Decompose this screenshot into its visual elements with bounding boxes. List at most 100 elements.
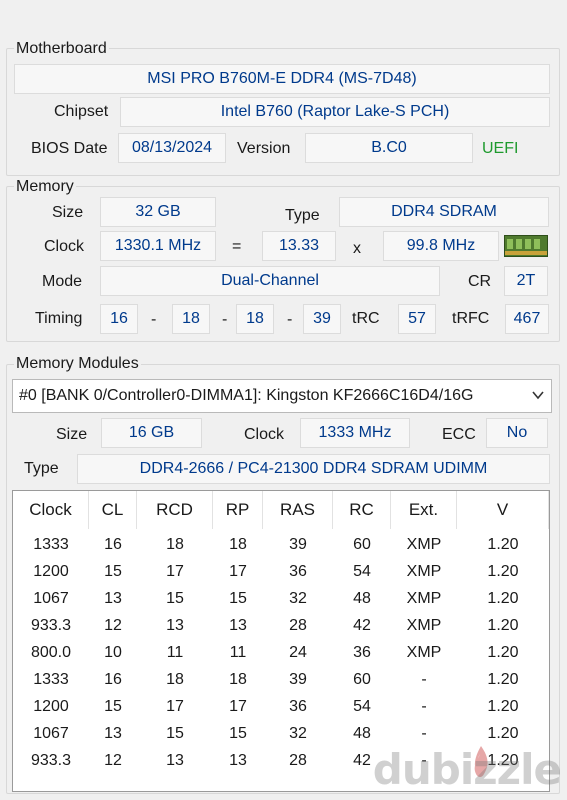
trfc-label: tRFC	[452, 310, 490, 327]
table-cell-v: 1.20	[487, 536, 519, 553]
module-clock-field: 1333 MHz	[300, 418, 410, 448]
bus-speed-field: 99.8 MHz	[383, 231, 499, 261]
memory-clock-label: Clock	[44, 238, 85, 255]
table-cell-rp: 18	[229, 671, 247, 688]
table-cell-ras: 28	[289, 617, 307, 634]
table-cell-rc: 42	[353, 617, 371, 634]
motherboard-group-label: Motherboard	[14, 40, 109, 58]
table-cell-ext: XMP	[406, 644, 442, 661]
memory-clock-field: 1330.1 MHz	[100, 231, 216, 261]
table-cell-rp: 13	[229, 752, 247, 769]
ram-module-icon	[504, 235, 548, 257]
table-cell-ext: -	[421, 671, 427, 688]
table-cell-ext: XMP	[406, 536, 442, 553]
table-cell-rp: 13	[229, 617, 247, 634]
table-cell-clock: 933.3	[30, 617, 72, 634]
table-cell-clock: 1200	[33, 563, 69, 580]
motherboard-name-field: MSI PRO B760M-E DDR4 (MS-7D48)	[14, 64, 550, 94]
table-cell-rcd: 11	[166, 644, 184, 661]
table-cell-clock: 933.3	[30, 752, 72, 769]
table-cell-rc: 36	[353, 644, 371, 661]
table-cell-rcd: 17	[166, 698, 184, 715]
table-cell-clock: 1333	[33, 671, 69, 688]
table-cell-cl: 13	[104, 590, 122, 607]
table-cell-ext: XMP	[406, 563, 442, 580]
table-cell-v: 1.20	[487, 644, 519, 661]
table-cell-cl: 13	[104, 725, 122, 742]
memory-size-field: 32 GB	[100, 197, 216, 227]
ecc-field: No	[486, 418, 548, 448]
timing-rcd-field: 18	[172, 304, 210, 334]
column-header-cl[interactable]: CL	[89, 491, 137, 529]
table-row: 933.3 12 13 13 28 42 XMP 1.20	[13, 612, 549, 639]
column-header-v[interactable]: V	[457, 491, 549, 529]
cr-label: CR	[468, 273, 492, 290]
timing-dash-3: -	[287, 311, 293, 328]
table-cell-rp: 17	[229, 698, 247, 715]
memory-type-field: DDR4 SDRAM	[339, 197, 549, 227]
column-header-ras[interactable]: RAS	[263, 491, 333, 529]
table-cell-rcd: 15	[166, 725, 184, 742]
chipset-field: Intel B760 (Raptor Lake-S PCH)	[120, 97, 550, 127]
column-header-clock[interactable]: Clock	[13, 491, 89, 529]
table-row: 1067 13 15 15 32 48 - 1.20	[13, 720, 549, 747]
table-cell-rc: 60	[353, 536, 371, 553]
table-cell-rcd: 18	[166, 671, 184, 688]
uefi-badge: UEFI	[482, 140, 519, 157]
bios-date-field: 08/13/2024	[118, 133, 226, 163]
timing-ras-field: 39	[303, 304, 341, 334]
timing-dash-1: -	[151, 311, 157, 328]
version-field: B.C0	[305, 133, 473, 163]
table-cell-clock: 1333	[33, 536, 69, 553]
column-header-rp[interactable]: RP	[213, 491, 263, 529]
table-cell-rp: 18	[229, 536, 247, 553]
table-cell-ras: 32	[289, 590, 307, 607]
version-label: Version	[237, 140, 291, 157]
trfc-field: 467	[505, 304, 549, 334]
table-cell-cl: 16	[104, 671, 122, 688]
module-type-field: DDR4-2666 / PC4-21300 DDR4 SDRAM UDIMM	[77, 454, 550, 484]
table-cell-rc: 48	[353, 590, 371, 607]
module-size-label: Size	[56, 426, 88, 443]
equals-sign: =	[232, 238, 242, 255]
ecc-label: ECC	[442, 426, 476, 443]
table-cell-clock: 1200	[33, 698, 69, 715]
chevron-down-icon	[532, 391, 544, 400]
memory-modules-group-label: Memory Modules	[14, 355, 141, 373]
module-select-value: #0 [BANK 0/Controller0-DIMMA1]: Kingston…	[19, 387, 474, 404]
table-cell-cl: 15	[104, 698, 122, 715]
memory-mode-field: Dual-Channel	[100, 266, 440, 296]
timing-label: Timing	[35, 310, 83, 327]
table-cell-v: 1.20	[487, 590, 519, 607]
table-cell-clock: 1067	[33, 725, 69, 742]
table-cell-rp: 17	[229, 563, 247, 580]
table-cell-ras: 24	[289, 644, 307, 661]
bios-date-label: BIOS Date	[31, 140, 108, 157]
column-header-ext[interactable]: Ext.	[391, 491, 457, 529]
table-cell-rc: 60	[353, 671, 371, 688]
table-cell-rcd: 15	[166, 590, 184, 607]
table-cell-v: 1.20	[487, 617, 519, 634]
table-cell-rcd: 13	[166, 617, 184, 634]
chipset-label: Chipset	[54, 103, 109, 120]
table-cell-ras: 28	[289, 752, 307, 769]
module-select-dropdown[interactable]: #0 [BANK 0/Controller0-DIMMA1]: Kingston…	[12, 379, 552, 413]
timing-rp-field: 18	[236, 304, 274, 334]
table-cell-cl: 10	[104, 644, 122, 661]
memory-group-label: Memory	[14, 178, 76, 196]
timing-dash-2: -	[222, 311, 228, 328]
timing-cl-field: 16	[100, 304, 138, 334]
table-cell-rcd: 17	[166, 563, 184, 580]
table-row: 1333 16 18 18 39 60 - 1.20	[13, 666, 549, 693]
table-cell-rcd: 13	[166, 752, 184, 769]
table-cell-rc: 54	[353, 698, 371, 715]
table-cell-rc: 54	[353, 563, 371, 580]
table-cell-ras: 39	[289, 671, 307, 688]
table-cell-clock: 1067	[33, 590, 69, 607]
trc-label: tRC	[352, 310, 380, 327]
table-cell-rp: 11	[229, 644, 247, 661]
column-header-rcd[interactable]: RCD	[137, 491, 213, 529]
table-cell-v: 1.20	[487, 725, 519, 742]
table-cell-cl: 16	[104, 536, 122, 553]
column-header-rc[interactable]: RC	[333, 491, 391, 529]
